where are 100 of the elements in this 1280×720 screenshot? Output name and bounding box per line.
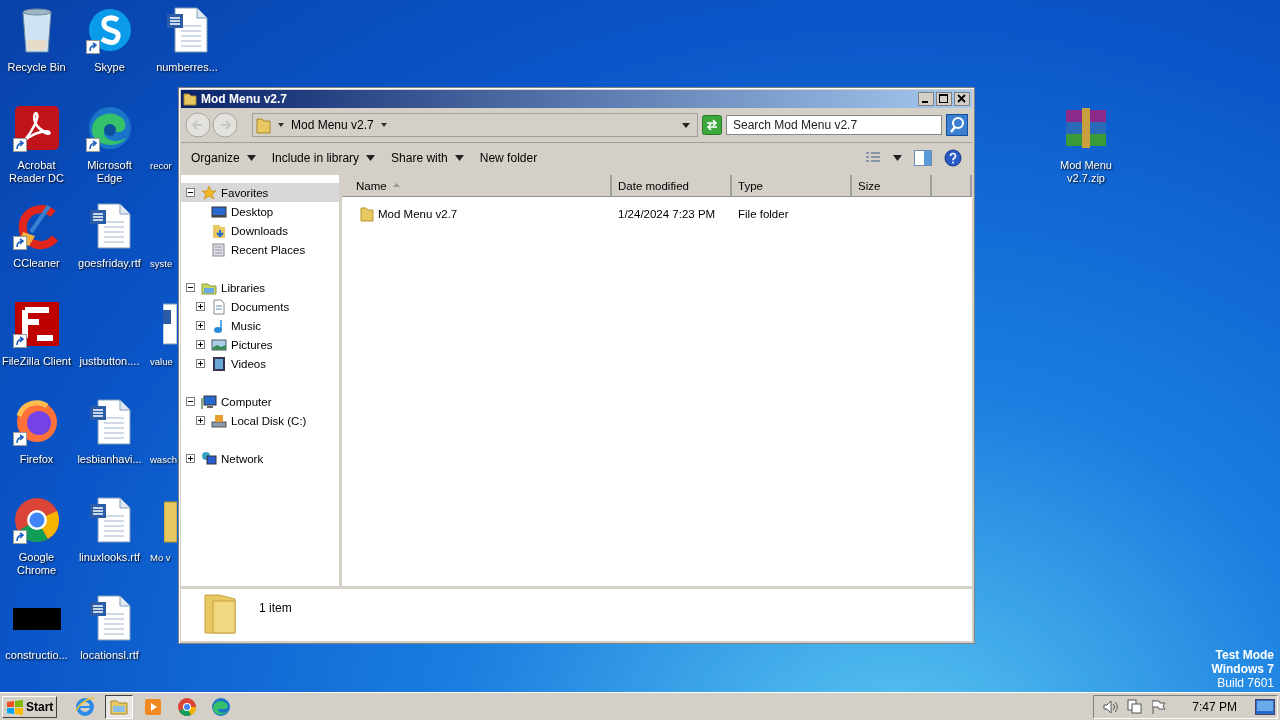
expand-toggle-icon[interactable] [196,416,205,425]
toolbar-button[interactable]: Share with [385,149,470,167]
pictures-icon [211,336,227,353]
edge-icon [211,696,232,717]
system-text: Windows 7 [1211,662,1274,676]
nav-item[interactable]: Network [181,449,339,468]
folder-icon [360,206,374,222]
type-cell-text: File folder [737,208,790,220]
icon-label[interactable]: CCleaner [13,257,60,270]
expand-toggle-icon[interactable] [196,302,205,311]
icon-label[interactable]: wasch [150,453,177,466]
icon-label[interactable]: Mod Menu v2.7.zip [1046,159,1126,185]
collapse-toggle-icon[interactable] [186,283,195,292]
icon-label[interactable]: FileZilla Client [1,355,72,368]
icon-label[interactable]: Mo v [150,551,171,564]
nav-item[interactable]: Local Disk (C:) [181,411,339,430]
chrome-icon[interactable] [12,496,61,544]
minimize-button[interactable] [918,92,934,106]
icon-label[interactable]: lesbianhavi... [77,453,142,466]
refresh-button[interactable] [702,115,722,135]
dropdown-caret-icon[interactable] [893,155,902,161]
expand-toggle-icon[interactable] [196,340,205,349]
maximize-button[interactable] [936,92,952,106]
icon-label[interactable]: syste [150,257,173,270]
caret-icon [454,155,464,161]
chrome-icon [177,696,198,717]
icon-label[interactable]: recor [150,159,172,172]
icon-label[interactable]: goesfriday.rtf [78,257,141,270]
icon-label[interactable]: constructio... [5,649,68,662]
dropdown-caret-icon[interactable] [681,120,691,130]
icon-label[interactable]: linuxlooks.rtf [78,551,141,564]
collapse-toggle-icon[interactable] [186,397,195,406]
toolbar-button[interactable]: Organize [185,149,262,167]
recent-icon [211,241,227,258]
folder-icon [255,116,271,134]
expand-toggle-icon[interactable] [196,321,205,330]
browser-e-icon [75,696,96,717]
icon-label[interactable]: locationsl.rtf [80,649,139,662]
nav-item[interactable]: Recent Places [181,240,339,259]
nav-item[interactable]: Downloads [181,221,339,240]
nav-item[interactable]: Computer [181,392,339,411]
nav-item[interactable]: Documents [181,297,339,316]
collapse-toggle-icon[interactable] [186,188,195,197]
column-header[interactable]: Date modified [612,175,732,197]
toolbar-button[interactable]: New folder [473,149,544,167]
column-header[interactable]: Size [852,175,932,197]
documents-icon [211,298,227,315]
column-header [932,175,972,197]
icon-label[interactable]: Skype [94,61,125,74]
file-name[interactable]: Mod Menu v2.7 [342,206,612,222]
expand-toggle-icon[interactable] [186,454,195,463]
shortcut-arrow-icon [12,138,27,152]
search-field[interactable]: Search Mod Menu v2.7 [726,115,942,135]
pdf-document-icon[interactable] [12,104,61,152]
caret-icon [366,155,376,161]
icon-label[interactable]: Firefox [19,453,54,466]
network-icon[interactable] [1126,698,1143,715]
shortcut-arrow-icon [12,236,27,250]
toolbar-button[interactable]: Include in library [265,149,382,167]
flag-icon[interactable] [1150,698,1167,715]
show-desktop-button[interactable] [1255,698,1275,715]
column-header[interactable]: Name [342,175,612,197]
filezilla-icon[interactable] [12,300,61,348]
play-icon [143,696,164,717]
shortcut-arrow-icon [12,334,27,348]
icon-label[interactable]: Microsoft Edge [73,159,146,185]
start-button[interactable]: Start [2,695,58,718]
icon-label[interactable]: Recycle Bin [7,61,66,74]
address-bar[interactable]: Mod Menu v2.7 [252,113,698,137]
date-cell-text: 1/24/2024 7:23 PM [617,208,717,220]
icon-label[interactable]: value [150,355,173,368]
breadcrumb-link[interactable]: Mod Menu v2.7 [291,118,374,132]
clock[interactable]: 7:47 PM [1192,699,1237,714]
nav-item[interactable]: Libraries [181,278,339,297]
nav-item[interactable]: Favorites [181,183,339,202]
windows-flag-icon [6,698,24,715]
taskbar-button[interactable] [105,694,134,719]
item-count: 1 item [259,601,292,615]
document-icon[interactable] [163,300,177,348]
folder-icon [183,92,197,106]
search-button[interactable] [946,114,968,136]
close-button[interactable] [954,92,970,106]
caret-icon [246,155,256,161]
shortcut-arrow-icon [85,138,100,152]
shortcut-arrow-icon [85,40,100,54]
disk-icon [211,412,227,429]
nav-item[interactable]: Pictures [181,335,339,354]
icon-label[interactable]: justbutton.... [79,355,140,368]
icon-label[interactable]: Acrobat Reader DC [0,159,73,185]
help-icon[interactable] [944,149,962,167]
expand-toggle-icon[interactable] [196,359,205,368]
system-text: Build 7601 [1216,676,1274,690]
speaker-icon[interactable] [1102,698,1119,715]
icon-label[interactable]: Google Chrome [0,551,73,577]
column-header[interactable]: Type [732,175,852,197]
nav-item[interactable]: Desktop [181,202,339,221]
nav-item[interactable]: Videos [181,354,339,373]
nav-item[interactable]: Music [181,316,339,335]
icon-label[interactable]: numberres... [156,61,218,74]
preview-pane-icon[interactable] [914,150,932,166]
